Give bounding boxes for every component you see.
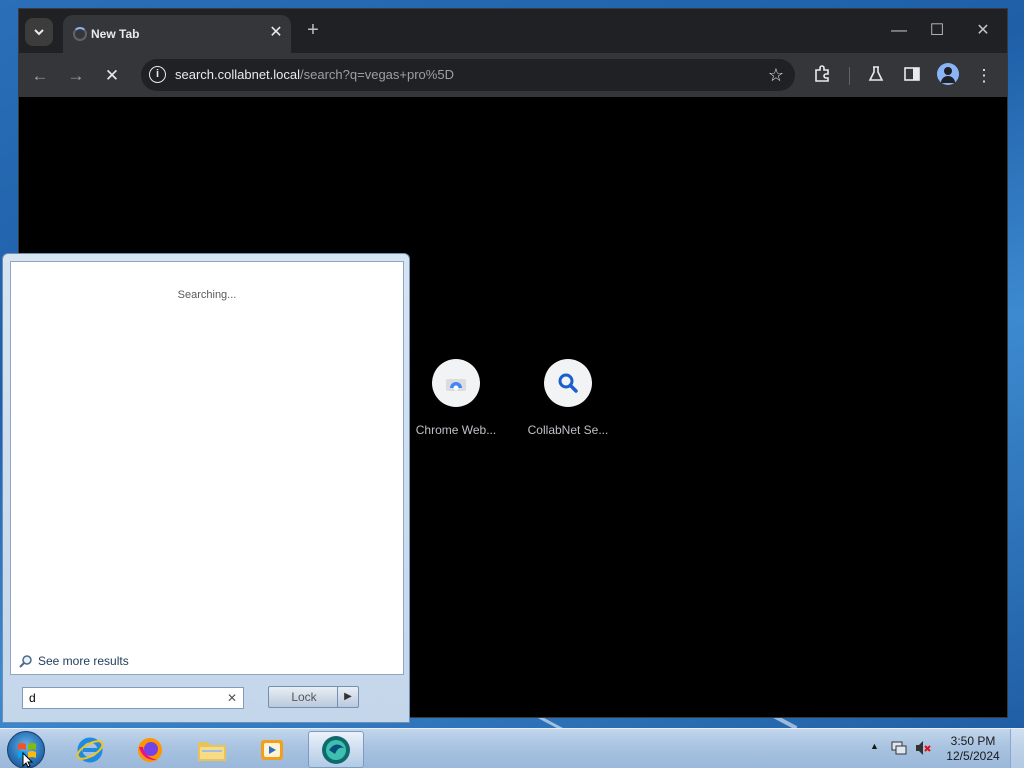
maximize-icon[interactable]: ☐ bbox=[927, 21, 947, 41]
stop-loading-icon[interactable]: ✕ bbox=[101, 65, 123, 87]
new-tab-button[interactable]: + bbox=[301, 19, 325, 43]
labs-flask-icon[interactable] bbox=[865, 65, 887, 87]
search-results-pane: Searching... See more results bbox=[10, 261, 404, 675]
tab-new-tab[interactable]: New Tab ✕ bbox=[63, 15, 291, 53]
close-window-icon[interactable]: ✕ bbox=[973, 21, 993, 41]
forward-icon[interactable]: → bbox=[65, 65, 87, 87]
url-host: search.collabnet.local bbox=[175, 67, 301, 82]
media-player-icon bbox=[261, 739, 283, 760]
show-desktop-button[interactable] bbox=[1010, 729, 1024, 768]
lock-button[interactable]: Lock bbox=[268, 686, 340, 708]
see-more-results-link[interactable]: See more results bbox=[19, 654, 129, 668]
menu-kebab-icon[interactable]: ⋮ bbox=[973, 65, 995, 87]
browser-taskbar-button[interactable] bbox=[308, 731, 364, 768]
search-icon bbox=[544, 359, 592, 407]
media-player-button[interactable] bbox=[244, 731, 300, 768]
tab-title: New Tab bbox=[91, 27, 140, 41]
magnifier-icon bbox=[19, 655, 32, 668]
firefox-icon bbox=[138, 737, 162, 762]
loading-spinner-icon bbox=[73, 27, 87, 41]
shortcut-label: Chrome Web... bbox=[415, 423, 497, 437]
show-hidden-icons-icon[interactable]: ▲ bbox=[870, 741, 879, 751]
file-explorer-button[interactable] bbox=[184, 731, 240, 768]
close-tab-icon[interactable]: ✕ bbox=[267, 24, 285, 42]
see-more-label: See more results bbox=[38, 654, 129, 668]
shortcut-label: CollabNet Se... bbox=[527, 423, 609, 437]
tab-search-button[interactable] bbox=[25, 18, 53, 46]
taskbar: ▲ 3:50 PM 12/5/2024 bbox=[0, 728, 1024, 768]
internet-explorer-button[interactable] bbox=[62, 731, 118, 768]
url-path: /search?q=vegas+pro%5D bbox=[300, 67, 454, 82]
shortcut-collabnet-search[interactable]: CollabNet Se... bbox=[518, 359, 618, 437]
firefox-button[interactable] bbox=[122, 731, 178, 768]
address-bar[interactable]: i search.collabnet.local/search?q=vegas+… bbox=[141, 59, 795, 91]
minimize-icon[interactable]: — bbox=[889, 21, 909, 41]
bookmark-star-icon[interactable]: ☆ bbox=[765, 64, 787, 86]
browser-toolbar: ← → ✕ i search.collabnet.local/search?q=… bbox=[19, 53, 1007, 97]
searching-status: Searching... bbox=[177, 289, 237, 301]
shortcut-chrome-web-store[interactable]: Chrome Web... bbox=[406, 359, 506, 437]
back-icon[interactable]: ← bbox=[29, 65, 51, 87]
toolbar-separator bbox=[849, 67, 850, 85]
chevron-down-icon bbox=[34, 29, 44, 36]
clear-search-icon[interactable]: ✕ bbox=[225, 690, 239, 706]
power-options-arrow-icon[interactable]: ▶ bbox=[337, 686, 359, 708]
internet-explorer-icon bbox=[76, 737, 104, 762]
system-clock[interactable]: 3:50 PM 12/5/2024 bbox=[942, 734, 1004, 764]
start-search-input[interactable] bbox=[22, 687, 244, 709]
site-info-icon[interactable]: i bbox=[149, 66, 166, 83]
extensions-icon[interactable] bbox=[811, 65, 833, 87]
side-panel-icon[interactable] bbox=[901, 65, 923, 87]
clock-date: 12/5/2024 bbox=[946, 749, 1000, 763]
url-text[interactable]: search.collabnet.local/search?q=vegas+pr… bbox=[175, 67, 454, 82]
clock-time: 3:50 PM bbox=[950, 734, 996, 748]
volume-muted-icon[interactable] bbox=[914, 739, 932, 760]
mouse-cursor-icon bbox=[22, 752, 34, 768]
chrome-web-store-icon bbox=[432, 359, 480, 407]
browser-icon bbox=[322, 735, 350, 764]
start-menu: Searching... See more results ✕ Lock ▶ bbox=[2, 253, 410, 723]
tab-strip: New Tab ✕ + — ☐ ✕ bbox=[19, 9, 1007, 53]
network-icon[interactable] bbox=[890, 739, 908, 760]
profile-avatar-icon[interactable] bbox=[937, 63, 959, 85]
file-explorer-icon bbox=[198, 741, 226, 761]
